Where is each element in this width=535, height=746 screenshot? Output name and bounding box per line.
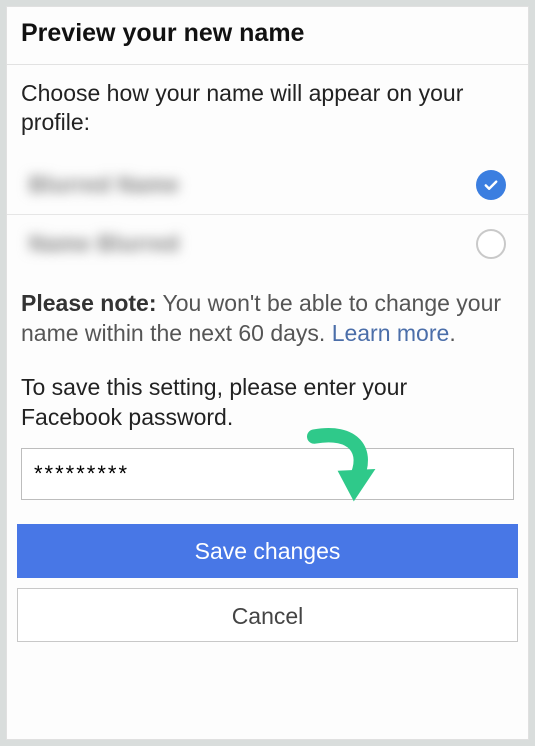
choose-instruction: Choose how your name will appear on your…	[7, 65, 528, 156]
password-instruction: To save this setting, please enter your …	[7, 357, 528, 449]
name-option-1[interactable]: Blurred Name	[7, 156, 528, 215]
preview-name-card: Preview your new name Choose how your na…	[6, 6, 529, 740]
name-option-1-label: Blurred Name	[29, 172, 179, 198]
name-options-list: Blurred Name Name Blurred	[7, 156, 528, 273]
page-title: Preview your new name	[7, 7, 528, 65]
save-changes-button[interactable]: Save changes	[17, 524, 518, 578]
name-option-2[interactable]: Name Blurred	[7, 215, 528, 273]
learn-more-link[interactable]: Learn more	[332, 320, 450, 346]
check-icon	[476, 170, 506, 200]
note-suffix: .	[449, 320, 455, 346]
name-option-2-label: Name Blurred	[29, 231, 179, 257]
note-text: Please note: You won't be able to change…	[7, 273, 528, 357]
password-input[interactable]	[21, 448, 514, 500]
password-wrap	[7, 448, 528, 500]
cancel-button[interactable]: Cancel	[17, 588, 518, 642]
radio-unselected-icon	[476, 229, 506, 259]
note-prefix: Please note:	[21, 290, 157, 316]
